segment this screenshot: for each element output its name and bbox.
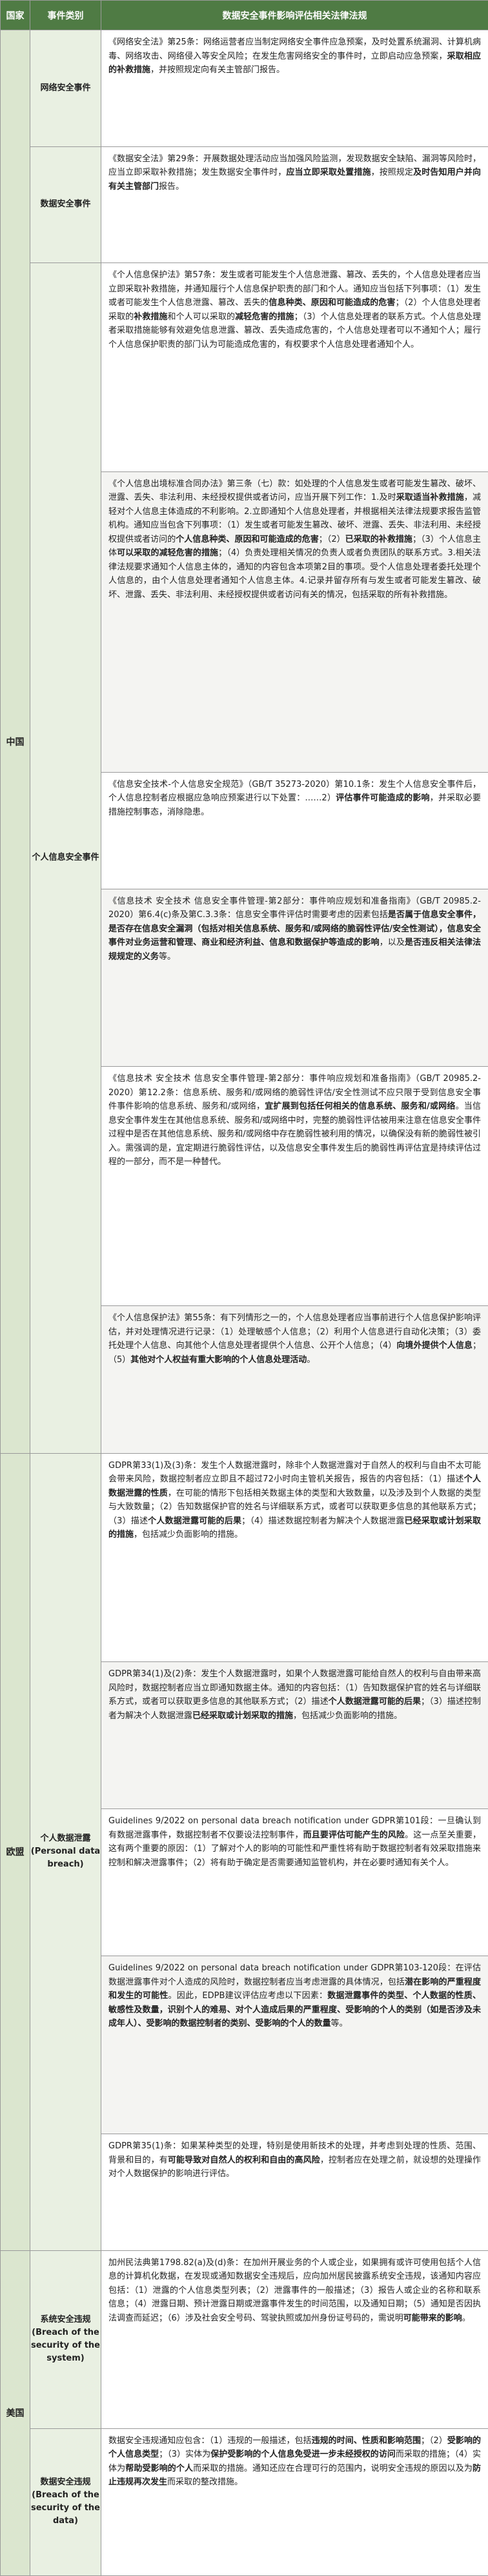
header-law: 数据安全事件影响评估相关法律法规 — [101, 0, 488, 30]
law-text: 《信息安全技术-个人信息安全规范》（GB/T 35273-2020）第10.1条… — [108, 778, 481, 820]
category-cell: 数据安全事件 — [30, 146, 101, 264]
header-category: 事件类别 — [30, 0, 101, 30]
category-cell: 个人数据泄露 (Personal data breach) — [30, 1452, 101, 2251]
table-body: 中国 网络安全事件 《网络安全法》第25条：网络运营者应当制定网络安全事件应急预案，… — [0, 30, 488, 2576]
law-cell: 《信息技术 安全技术 信息安全事件管理-第2部分：事件响应规划和准备指南》（GB… — [101, 1066, 488, 1307]
law-cell: 数据安全违规通知应包含：（1）违规的一般描述，包括违规的时间、性质和影响范围；（… — [101, 2428, 488, 2576]
law-text: 《个人信息出境标准合同办法》第三条（七）款：如处理的个人信息发生或者可能发生篡改… — [108, 477, 481, 602]
law-text-segment: ，以及 — [379, 938, 405, 948]
law-emphasis: 可能导致对自然人的权利和自由的高风险 — [167, 2155, 320, 2165]
law-text-segment: ；（2） — [420, 2435, 447, 2446]
law-cell: 《数据安全法》第29条：开展数据处理活动应当加强风险监测，发现数据安全缺陷、漏洞… — [101, 146, 488, 264]
law-emphasis: 信息种类、原因和可能造成的危害 — [269, 298, 396, 308]
law-text-segment: 而采取的整改措施。 — [167, 2477, 243, 2488]
law-text-segment: 。 — [462, 2313, 471, 2323]
table-header: 国家 事件类别 数据安全事件影响评估相关法律法规 — [0, 0, 488, 30]
law-row: 个人信息安全事件 《个人信息保护法》第57条：发生或者可能发生个人信息泄露、篡改、… — [1, 263, 488, 1454]
law-cell: GDPR第33(1)及(3)条：发生个人数据泄露时，除非个人数据泄露对于自然人的… — [101, 1452, 488, 1663]
law-text-segment: 报告。 — [159, 181, 185, 192]
law-text-segment: 等。 — [159, 951, 176, 962]
law-emphasis: 补救措施 — [134, 312, 168, 322]
law-text-segment: 。 — [307, 1354, 316, 1365]
country-cell: 中国 — [0, 30, 30, 1454]
law-emphasis: 可能带来的影响 — [403, 2313, 462, 2323]
law-row: 中国 网络安全事件 《网络安全法》第25条：网络运营者应当制定网络安全事件应急预案，… — [0, 30, 488, 1454]
law-emphasis: 个人信息种类、原因和可能造成的危害 — [176, 534, 319, 544]
category-cell: 系统安全违规 (Breach of the security of the sy… — [30, 2250, 101, 2429]
law-text-segment: 而采取的措施。通知还应在合理可行的范围内，说明安全违规的原因以及为 — [193, 2463, 473, 2473]
law-text: Guidelines 9/2022 on personal data breac… — [108, 1814, 481, 1870]
law-text: 《个人信息保护法》第55条：有下列情形之一的，个人信息处理者应当事前进行个人信息… — [108, 1311, 481, 1367]
law-text: 《网络安全法》第25条：网络运营者应当制定网络安全事件应急预案，及时处置系统漏洞… — [108, 35, 481, 77]
law-cell: 加州民法典第1798.82(a)及(d)条：在加州开展业务的个人或企业，如果拥有… — [101, 2250, 488, 2429]
law-emphasis: 向境外提供个人信息 — [396, 1341, 473, 1351]
country-cell: 美国 — [0, 2250, 30, 2576]
law-text-segment: 《网络安全法》第25条：网络运营者应当制定网络安全事件应急预案，及时处置系统漏洞… — [108, 37, 481, 61]
law-text-segment: ；（3）实体为 — [159, 2450, 211, 2460]
law-cell: 《信息技术 安全技术 信息安全事件管理-第2部分：事件响应规划和准备指南》（GB… — [101, 888, 488, 1067]
law-text-segment: GDPR第33(1)及(3)条：发生个人数据泄露时，除非个人数据泄露对于自然人的… — [108, 1460, 481, 1485]
law-text: GDPR第33(1)及(3)条：发生个人数据泄露时，除非个人数据泄露对于自然人的… — [108, 1459, 481, 1542]
law-text: GDPR第35(1)条：如果某种类型的处理，特别是使用新技术的处理，并考虑到处理… — [108, 2139, 481, 2181]
law-cell: GDPR第34(1)及(2)条：发生个人数据泄露时，如果个人数据泄露可能给自然人… — [101, 1661, 488, 1810]
law-text-segment: ；（4）描述数据控制者为解决个人数据泄露 — [241, 1516, 405, 1526]
law-emphasis: 个人数据泄露可能的后果 — [148, 1516, 242, 1526]
law-row: 数据安全违规 (Breach of the security of the da… — [1, 2428, 488, 2576]
law-row: 数据安全事件 《数据安全法》第29条：开展数据处理活动应当加强风险监测，发现数据安… — [1, 146, 488, 264]
law-emphasis: 违规的时间、性质和影响范围 — [311, 2435, 421, 2446]
law-text-segment: 。因此，EDPB建议评估应考虑以下因素： — [168, 1991, 328, 2001]
laws-table: 国家 事件类别 数据安全事件影响评估相关法律法规 中国 网络安全事件 《网络安全法》… — [0, 0, 488, 2576]
law-cell: 《信息安全技术-个人信息安全规范》（GB/T 35273-2020）第10.1条… — [101, 771, 488, 889]
law-cell: GDPR第35(1)条：如果某种类型的处理，特别是使用新技术的处理，并考虑到处理… — [101, 2134, 488, 2251]
law-emphasis: 其他对个人权益有重大影响的个人信息处理活动 — [130, 1354, 307, 1365]
law-emphasis: 帮助受影响的个人 — [125, 2463, 194, 2473]
law-emphasis: 宜扩展到包括任何相关的信息系统、服务和/或网络 — [265, 1102, 456, 1112]
law-emphasis: 保护受影响的个人信息免受进一步未经授权的访问 — [210, 2450, 396, 2460]
law-text-segment: ；（2） — [318, 534, 345, 544]
law-text-segment: 。当信息安全事件发生在其他信息系统、服务和/或网络中时，完整的脆弱性评估被用来注… — [108, 1102, 481, 1167]
law-text-segment: 《个人信息保护法》第57条：发生或者可能发生个人信息泄露、篡改、丢失的，个人信息… — [108, 270, 481, 294]
law-emphasis: 采取适当补救措施 — [396, 493, 464, 503]
header-country: 国家 — [0, 0, 30, 30]
law-text: 《信息技术 安全技术 信息安全事件管理-第2部分：事件响应规划和准备指南》（GB… — [108, 895, 481, 964]
law-text: 《数据安全法》第29条：开展数据处理活动应当加强风险监测，发现数据安全缺陷、漏洞… — [108, 152, 481, 194]
law-cell: Guidelines 9/2022 on personal data breac… — [101, 1808, 488, 1957]
law-cell: 《个人信息保护法》第55条：有下列情形之一的，个人信息处理者应当事前进行个人信息… — [101, 1305, 488, 1454]
law-text: Guidelines 9/2022 on personal data breac… — [108, 1961, 481, 2031]
law-cell: Guidelines 9/2022 on personal data breac… — [101, 1956, 488, 2135]
law-cell: 《网络安全法》第25条：网络运营者应当制定网络安全事件应急预案，及时处置系统漏洞… — [101, 30, 488, 147]
law-text: 加州民法典第1798.82(a)及(d)条：在加州开展业务的个人或企业，如果拥有… — [108, 2256, 481, 2326]
law-text: 《信息技术 安全技术 信息安全事件管理-第2部分：事件响应规划和准备指南》（GB… — [108, 1072, 481, 1169]
law-text-segment: 和个人可以采取的 — [167, 312, 236, 322]
law-text-segment: 数据安全违规通知应包含：（1）违规的一般描述，包括 — [108, 2435, 312, 2446]
category-cell: 数据安全违规 (Breach of the security of the da… — [30, 2428, 101, 2576]
law-text-segment: ，包括减少负面影响的措施。 — [134, 1530, 243, 1540]
law-text-segment: ，并按照规定向有关主管部门报告。 — [150, 65, 285, 75]
law-emphasis: 已采取的补救措施 — [345, 534, 412, 544]
law-cell: 《个人信息保护法》第57条：发生或者可能发生个人信息泄露、篡改、丢失的，个人信息… — [101, 263, 488, 472]
law-emphasis: 已经采取或计划采取的措施 — [192, 1710, 294, 1721]
law-cell: 《个人信息出境标准合同办法》第三条（七）款：如处理的个人信息发生或者可能发生篡改… — [101, 471, 488, 773]
law-emphasis: 个人数据泄露可能的后果 — [328, 1697, 421, 1707]
law-text: 数据安全违规通知应包含：（1）违规的一般描述，包括违规的时间、性质和影响范围；（… — [108, 2434, 481, 2490]
law-text-segment: ，按照规定 — [371, 168, 414, 178]
country-cell: 欧盟 — [0, 1452, 30, 2251]
law-text-segment: 等。 — [330, 2019, 348, 2029]
law-emphasis: 而且要评估可能产生的风险 — [303, 1830, 405, 1840]
law-row: 美国 系统安全违规 (Breach of the security of the … — [0, 2250, 488, 2576]
law-emphasis: 减轻危害的措施 — [235, 312, 294, 322]
law-emphasis: 应当立即采取处置措施 — [286, 168, 371, 178]
category-cell: 个人信息安全事件 — [30, 263, 101, 1454]
law-text: GDPR第34(1)及(2)条：发生个人数据泄露时，如果个人数据泄露可能给自然人… — [108, 1667, 481, 1723]
law-emphasis: 可以采取的减轻危害的措施 — [117, 548, 219, 559]
law-row: 欧盟 个人数据泄露 (Personal data breach) GDPR第33(1… — [0, 1452, 488, 2251]
category-cell: 网络安全事件 — [30, 30, 101, 147]
law-emphasis: 评估事件可能造成的影响 — [336, 793, 430, 804]
law-text: 《个人信息保护法》第57条：发生或者可能发生个人信息泄露、篡改、丢失的，个人信息… — [108, 268, 481, 352]
law-text-segment: ，包括减少负面影响的措施。 — [293, 1710, 403, 1721]
